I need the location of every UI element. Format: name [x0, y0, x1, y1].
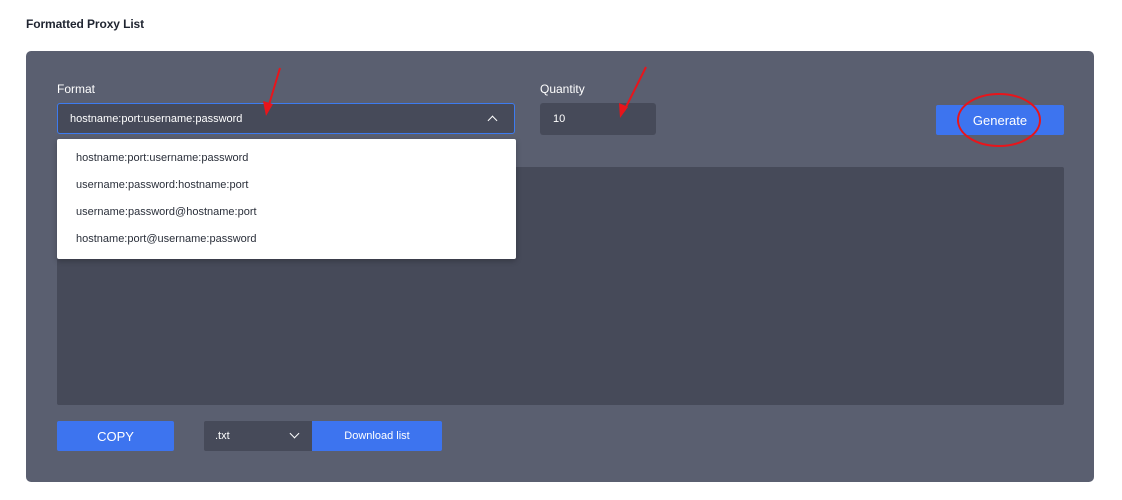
quantity-label: Quantity: [540, 82, 585, 96]
format-option[interactable]: username:password@hostname:port: [57, 199, 516, 226]
chevron-down-icon: [289, 428, 300, 439]
file-type-select[interactable]: .txt: [204, 421, 312, 451]
chevron-up-icon: [487, 115, 498, 126]
file-type-value: .txt: [215, 430, 230, 442]
generate-button[interactable]: Generate: [936, 105, 1064, 135]
format-select[interactable]: hostname:port:username:password: [57, 103, 515, 134]
copy-button[interactable]: COPY: [57, 421, 174, 451]
section-title: Formatted Proxy List: [26, 17, 145, 31]
format-selected-value: hostname:port:username:password: [70, 113, 243, 125]
format-option[interactable]: hostname:port:username:password: [57, 145, 516, 172]
download-list-button[interactable]: Download list: [312, 421, 442, 451]
format-option[interactable]: hostname:port@username:password: [57, 226, 516, 253]
format-dropdown-menu: hostname:port:username:password username…: [57, 139, 516, 259]
proxy-list-panel: Format hostname:port:username:password Q…: [26, 51, 1094, 482]
format-label: Format: [57, 82, 96, 96]
format-option[interactable]: username:password:hostname:port: [57, 172, 516, 199]
quantity-input[interactable]: [540, 103, 656, 135]
